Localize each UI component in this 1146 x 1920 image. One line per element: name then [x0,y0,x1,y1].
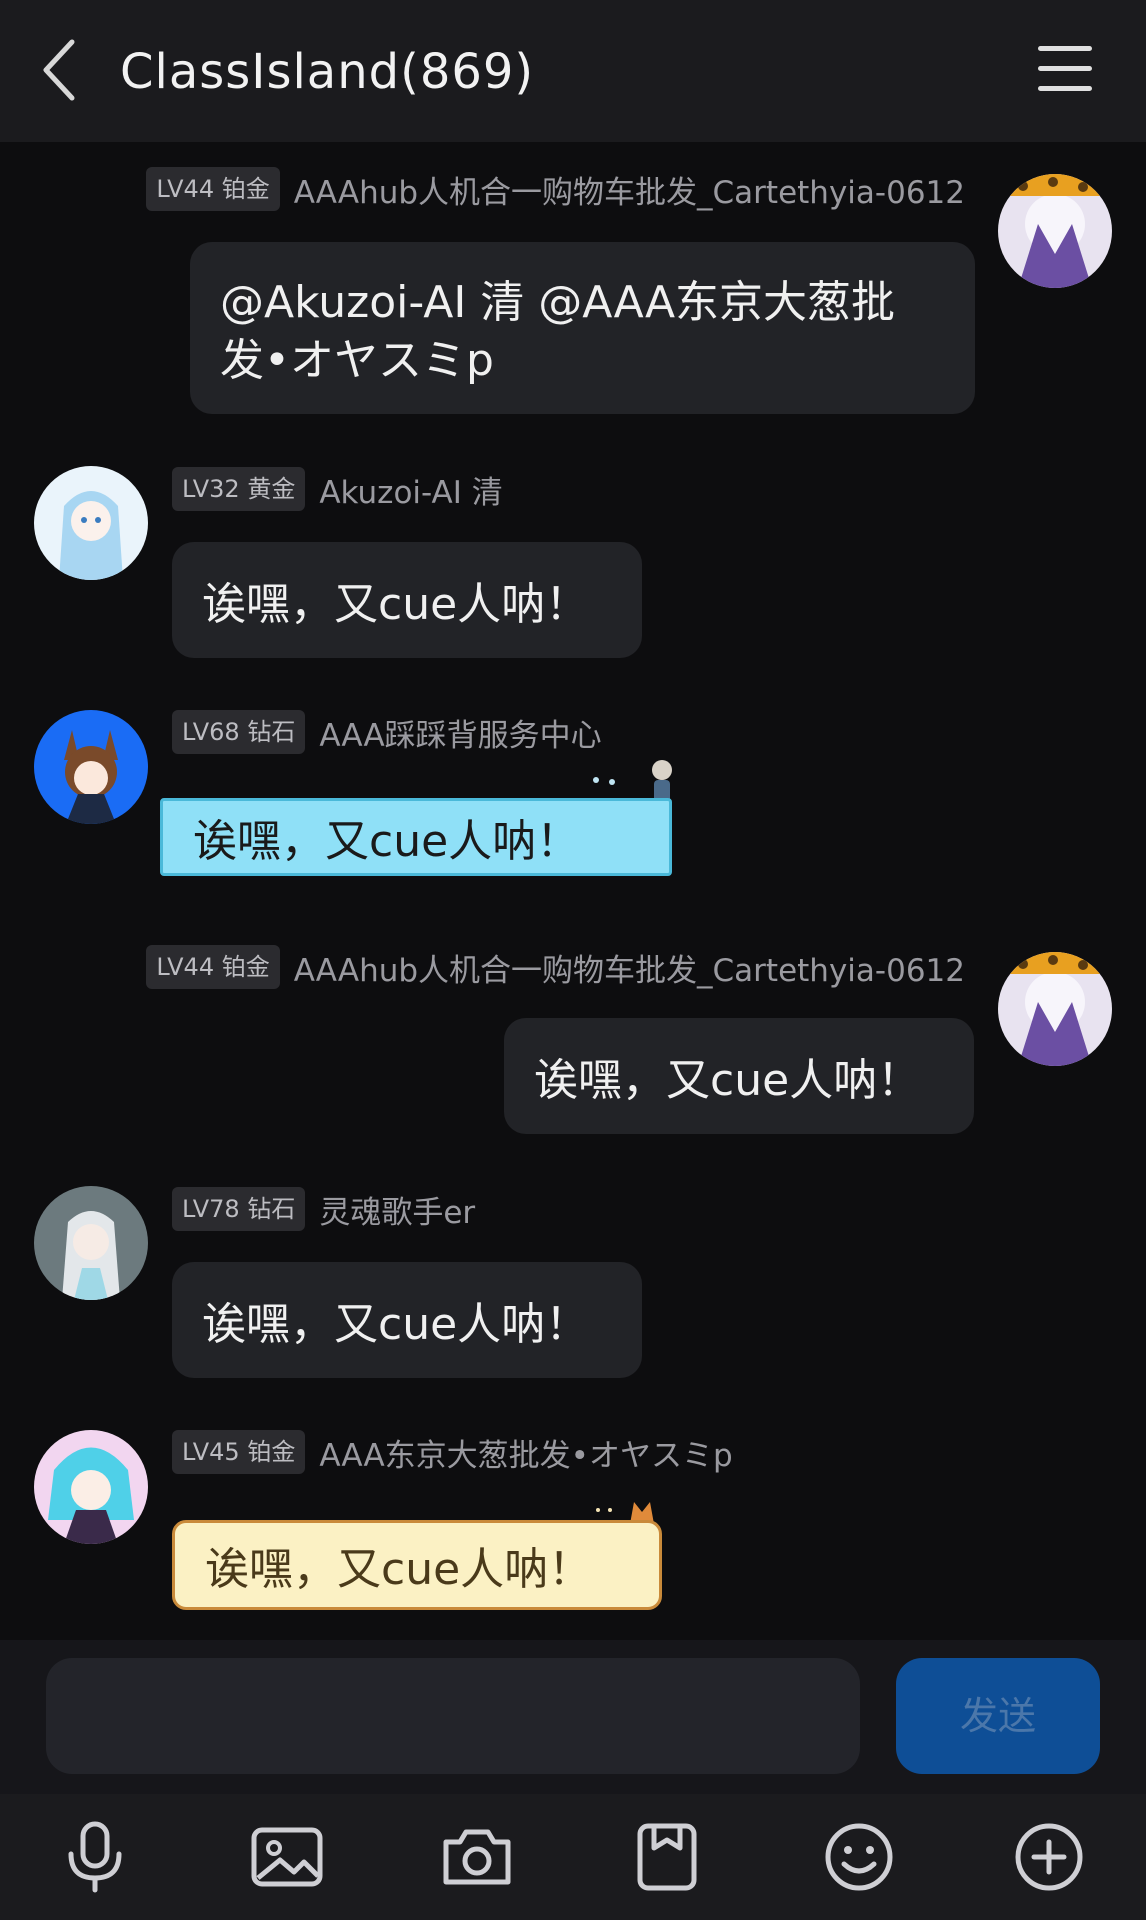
back-button[interactable] [38,38,82,102]
message-meta: LV44 铂金 AAAhub人机合一购物车批发_Cartethyia-0612 [60,167,965,211]
avatar[interactable] [34,1430,148,1544]
avatar[interactable] [34,1186,148,1300]
level-badge: LV44 铂金 [146,167,280,211]
message-meta: LV32 黄金 Akuzoi-AI 清 [172,467,503,511]
username[interactable]: Akuzoi-AI 清 [319,467,502,512]
message-bubble[interactable]: 诶嘿，又cue人呐！ [172,542,642,658]
message-composer: 发送 [0,1640,1146,1794]
message-bubble[interactable]: 诶嘿，又cue人呐！ [504,1018,974,1134]
microphone-icon [68,1821,122,1893]
username[interactable]: AAA踩踩背服务中心 [319,710,601,755]
more-button[interactable] [1010,1818,1088,1896]
input-toolbar [0,1794,1146,1920]
message-text: 诶嘿，又cue人呐！ [193,816,581,867]
message-text: 诶嘿，又cue人呐！ [202,1299,590,1350]
voice-button[interactable] [56,1818,134,1896]
level-badge: LV32 黄金 [172,467,306,511]
chevron-left-icon [43,39,75,101]
message-text: 诶嘿，又cue人呐！ [534,1055,922,1106]
chat-list[interactable]: LV44 铂金 AAAhub人机合一购物车批发_Cartethyia-0612 … [0,142,1146,1640]
camera-icon [443,1829,511,1885]
sticker-icon [637,1823,697,1891]
send-button[interactable]: 发送 [896,1658,1100,1774]
message-bubble[interactable]: 诶嘿，又cue人呐！ [172,1262,642,1378]
message-meta: LV44 铂金 AAAhub人机合一购物车批发_Cartethyia-0612 [60,945,965,989]
message-input[interactable] [46,1658,860,1774]
username[interactable]: AAAhub人机合一购物车批发_Cartethyia-0612 [294,167,965,212]
avatar[interactable] [998,952,1112,1066]
sticker-button[interactable] [628,1818,706,1896]
message-text: 诶嘿，又cue人呐！ [202,579,590,630]
emoji-icon [825,1823,893,1891]
image-icon [251,1827,323,1887]
level-badge: LV44 铂金 [146,945,280,989]
message-text: 诶嘿，又cue人呐！ [205,1544,593,1595]
avatar[interactable] [34,466,148,580]
plus-icon [1015,1823,1083,1891]
message-bubble[interactable]: 诶嘿，又cue人呐！ [160,798,672,876]
image-button[interactable] [248,1818,326,1896]
avatar[interactable] [998,174,1112,288]
menu-button[interactable] [1038,46,1092,94]
top-bar: ClassIsland(869) [0,0,1146,142]
username[interactable]: 灵魂歌手er [319,1187,475,1232]
message-meta: LV78 钻石 灵魂歌手er [172,1187,475,1231]
message-bubble[interactable]: @Akuzoi-AI 清 @AAA东京大葱批 发•オヤスミp [190,242,975,414]
message-meta: LV45 铂金 AAA东京大葱批发•オヤスミp [172,1430,733,1474]
level-badge: LV68 钻石 [172,710,306,754]
level-badge: LV45 铂金 [172,1430,306,1474]
username[interactable]: AAA东京大葱批发•オヤスミp [319,1430,732,1475]
hamburger-icon [1038,46,1092,51]
chat-title: ClassIsland(869) [120,44,535,100]
message-text: @Akuzoi-AI 清 @AAA东京大葱批 [220,277,896,328]
level-badge: LV78 钻石 [172,1187,306,1231]
camera-button[interactable] [438,1818,516,1896]
message-text: 发•オヤスミp [220,335,494,386]
message-bubble[interactable]: 诶嘿，又cue人呐！ [172,1520,662,1610]
message-meta: LV68 钻石 AAA踩踩背服务中心 [172,710,602,754]
username[interactable]: AAAhub人机合一购物车批发_Cartethyia-0612 [294,945,965,990]
avatar[interactable] [34,710,148,824]
emoji-button[interactable] [820,1818,898,1896]
